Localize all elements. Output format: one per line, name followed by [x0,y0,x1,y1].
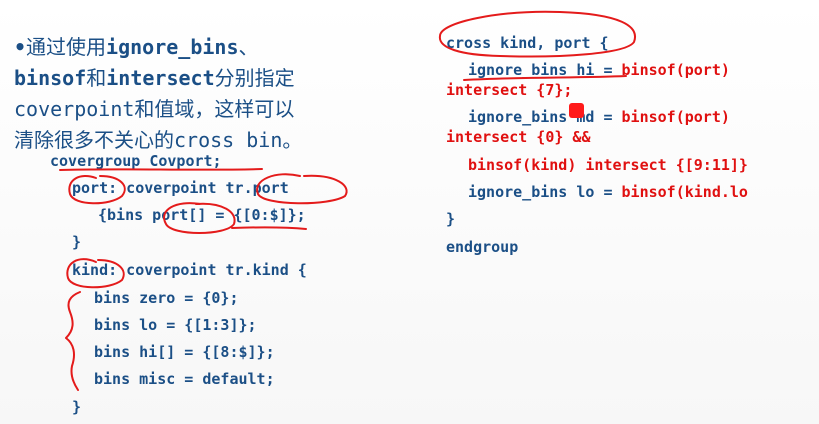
code-ignore-hi-prefix: ignore_bins hi = [468,61,622,79]
code-ignore-md-prefix: ignore_bins md = [468,108,622,126]
code-line-endgroup: endgroup [446,238,519,256]
code-line-intersect-7: intersect {7}; [446,81,573,99]
cross-code-block: cross kind, port { ignore_bins hi = bins… [0,0,819,424]
code-line-close-brace-3: } [446,210,456,228]
code-line-ignore-lo: ignore_bins lo = binsof(kind.lo [468,183,748,201]
code-ignore-md-binsof: binsof(port) [621,108,730,126]
laser-pointer-dot [569,103,584,118]
code-ignore-hi-binsof: binsof(port) [621,61,730,79]
code-ignore-lo-binsof: binsof(kind.lo [621,183,748,201]
code-line-cross: cross kind, port { [446,34,609,52]
code-ignore-lo-prefix: ignore_bins lo = [468,183,622,201]
code-line-binsof-kind: binsof(kind) intersect {[9:11]} [468,156,748,174]
slide: •通过使用ignore_bins、 binsof和intersect分别指定 c… [0,0,819,424]
code-line-ignore-hi: ignore_bins hi = binsof(port) [468,61,730,79]
code-line-ignore-md: ignore_bins md = binsof(port) [468,108,730,126]
code-line-intersect-0: intersect {0} && [446,128,591,146]
